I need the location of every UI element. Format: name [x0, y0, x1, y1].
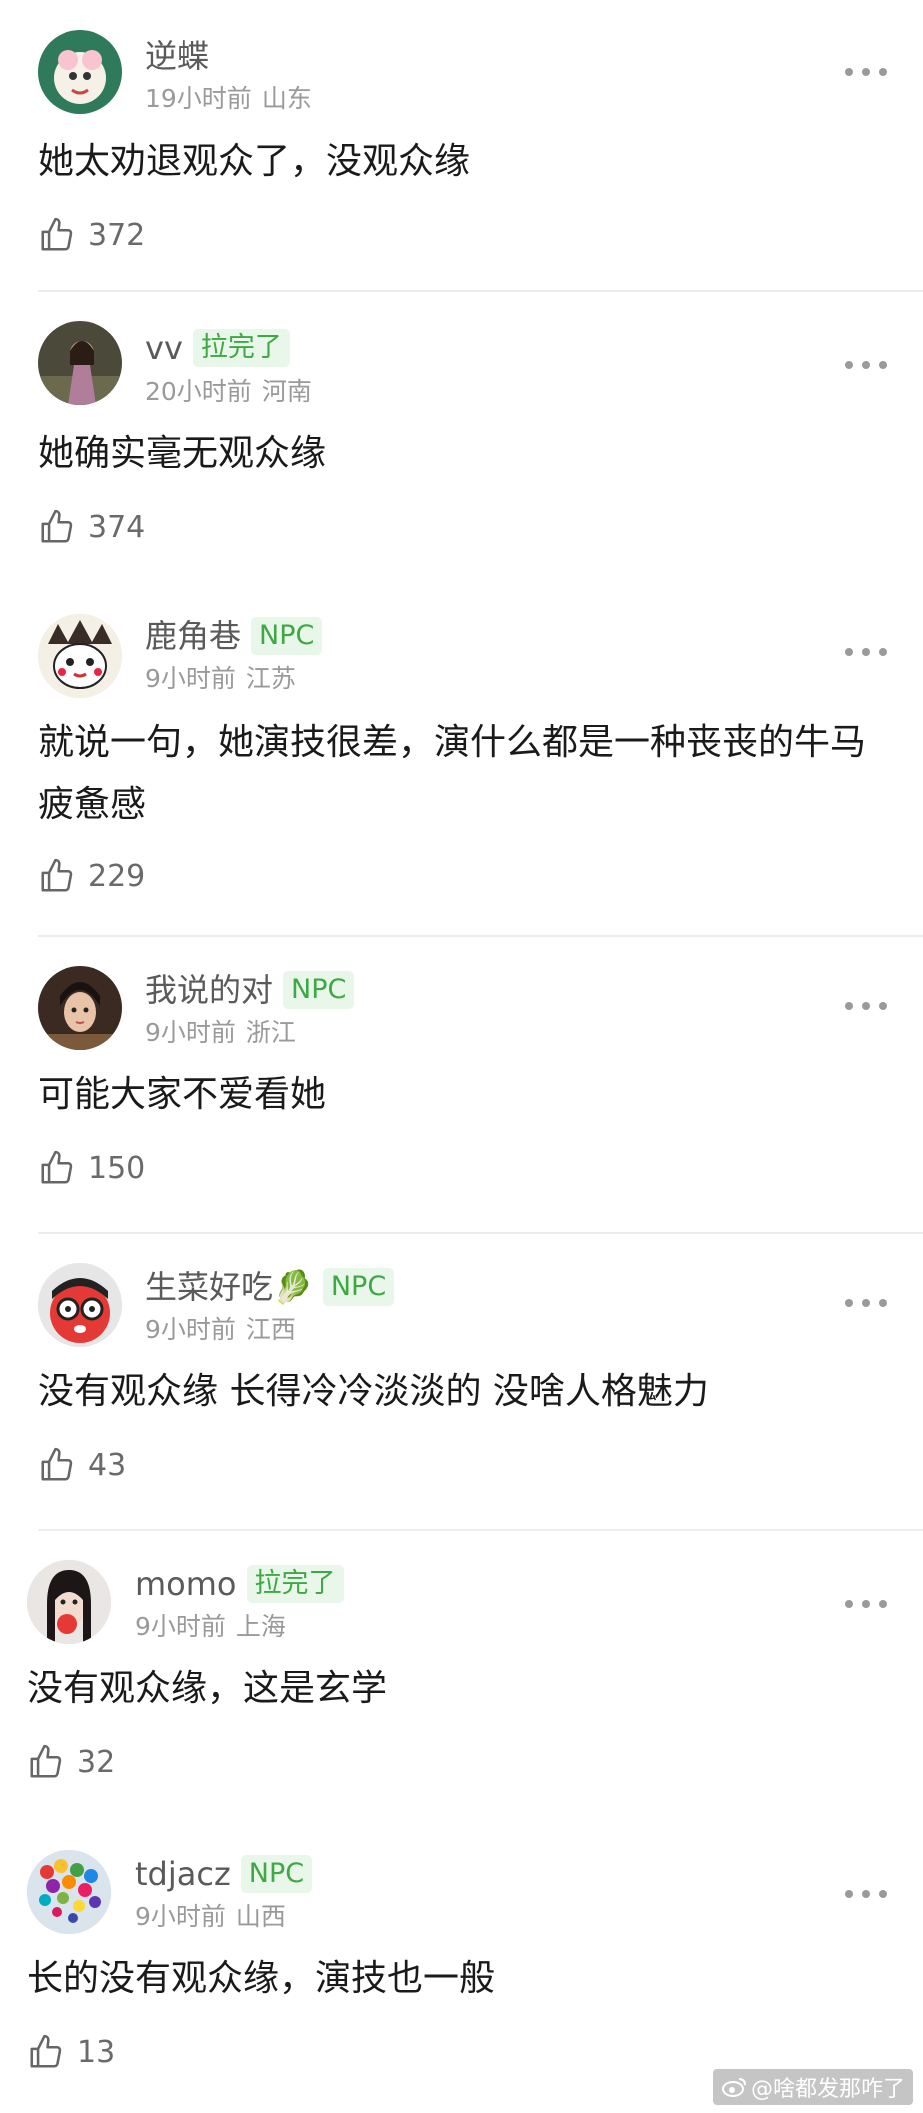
comment-location: 山西 — [235, 1902, 286, 1931]
user-badge: NPC — [240, 1855, 313, 1893]
comment-content: 没有观众缘 长得冷冷淡淡的 没啥人格魅力 — [38, 1371, 709, 1412]
divider — [38, 1232, 923, 1234]
comment-content: 她确实毫无观众缘 — [38, 433, 327, 474]
comment-meta: 9小时前 山西 — [135, 1902, 286, 1932]
more-options-icon[interactable] — [845, 1594, 887, 1614]
comment-content: 没有观众缘，这是玄学 — [27, 1668, 388, 1709]
username[interactable]: momo 拉完了 — [135, 1564, 344, 1604]
thumbs-up-icon — [41, 217, 73, 251]
avatar[interactable] — [38, 966, 122, 1050]
thumbs-up-icon — [41, 858, 73, 892]
username[interactable]: 生菜好吃🥬 NPC — [145, 1267, 395, 1307]
username-text: 我说的对 — [145, 971, 274, 1009]
comment-content: 她太劝退观众了，没观众缘 — [38, 141, 471, 182]
like-count: 32 — [77, 1744, 116, 1780]
like-button[interactable]: 32 — [27, 1743, 115, 1781]
username-text: momo — [135, 1565, 237, 1603]
comment-meta: 9小时前 江西 — [145, 1315, 296, 1345]
like-count: 43 — [88, 1447, 127, 1483]
comment-time: 20小时前 — [145, 377, 252, 406]
username[interactable]: tdjacz NPC — [135, 1854, 313, 1894]
like-count: 374 — [88, 509, 146, 545]
comment-meta: 9小时前 浙江 — [145, 1018, 296, 1048]
comment-content: 可能大家不爱看她 — [38, 1074, 327, 1115]
thumbs-up-icon — [30, 2034, 62, 2068]
comment-meta: 9小时前 江苏 — [145, 664, 296, 694]
like-button[interactable]: 372 — [38, 216, 145, 254]
comment-content: 就说一句，她演技很差，演什么都是一种丧丧的牛马疲惫感 — [38, 722, 867, 825]
divider — [38, 290, 923, 292]
user-badge: 拉完了 — [192, 329, 290, 367]
more-options-icon[interactable] — [845, 1293, 887, 1313]
like-count: 150 — [88, 1150, 146, 1186]
thumbs-up-icon — [41, 509, 73, 543]
comment-location: 浙江 — [245, 1018, 296, 1047]
username-text: 鹿角巷 — [145, 617, 242, 655]
like-count: 13 — [77, 2034, 116, 2070]
username[interactable]: 鹿角巷 NPC — [145, 616, 323, 656]
comment-meta: 19小时前 山东 — [145, 84, 312, 114]
avatar[interactable] — [27, 1850, 111, 1934]
avatar[interactable] — [38, 614, 122, 698]
avatar[interactable] — [38, 1263, 122, 1347]
comment-time: 9小时前 — [135, 1612, 226, 1641]
comment-time: 19小时前 — [145, 84, 252, 113]
user-badge: 拉完了 — [246, 1565, 344, 1603]
like-button[interactable]: 229 — [38, 857, 145, 895]
username[interactable]: 逆蝶 — [145, 36, 209, 76]
user-badge: NPC — [283, 971, 355, 1009]
user-badge: NPC — [251, 617, 323, 655]
comment-meta: 20小时前 河南 — [145, 377, 312, 407]
more-options-icon[interactable] — [845, 1884, 887, 1904]
more-options-icon[interactable] — [845, 996, 887, 1016]
comment-location: 江西 — [245, 1315, 296, 1344]
more-options-icon[interactable] — [845, 62, 887, 82]
comment-location: 山东 — [261, 84, 312, 113]
comment-time: 9小时前 — [145, 1315, 236, 1344]
username[interactable]: 我说的对 NPC — [145, 970, 355, 1010]
username-text: vv — [145, 329, 183, 367]
divider — [38, 935, 923, 937]
weibo-logo-icon — [721, 2078, 746, 2097]
comment-location: 江苏 — [245, 664, 296, 693]
username-text: tdjacz — [135, 1855, 231, 1893]
like-button[interactable]: 150 — [38, 1149, 145, 1187]
avatar[interactable] — [27, 1560, 111, 1644]
thumbs-up-icon — [30, 1744, 62, 1778]
like-button[interactable]: 374 — [38, 508, 145, 546]
comment-location: 河南 — [261, 377, 312, 406]
comment-time: 9小时前 — [145, 1018, 236, 1047]
divider — [38, 1529, 923, 1531]
avatar[interactable] — [38, 30, 122, 114]
comment-meta: 9小时前 上海 — [135, 1612, 286, 1642]
like-button[interactable]: 43 — [38, 1446, 126, 1484]
like-button[interactable]: 13 — [27, 2033, 115, 2071]
comment-location: 上海 — [235, 1612, 286, 1641]
watermark-text: @啥都发那咋了 — [750, 2077, 905, 2102]
more-options-icon[interactable] — [845, 355, 887, 375]
comment-time: 9小时前 — [145, 664, 236, 693]
like-count: 229 — [88, 858, 146, 894]
comment-time: 9小时前 — [135, 1902, 226, 1931]
username-text: 逆蝶 — [145, 37, 210, 75]
like-count: 372 — [88, 217, 146, 253]
username-text: 生菜好吃🥬 — [145, 1268, 313, 1306]
more-options-icon[interactable] — [845, 642, 887, 662]
watermark: @啥都发那咋了 — [712, 2069, 913, 2105]
comment-content: 长的没有观众缘，演技也一般 — [27, 1958, 496, 1999]
user-badge: NPC — [322, 1268, 395, 1306]
avatar[interactable] — [38, 321, 122, 405]
thumbs-up-icon — [41, 1150, 73, 1184]
username[interactable]: vv 拉完了 — [145, 328, 290, 368]
thumbs-up-icon — [41, 1447, 73, 1481]
